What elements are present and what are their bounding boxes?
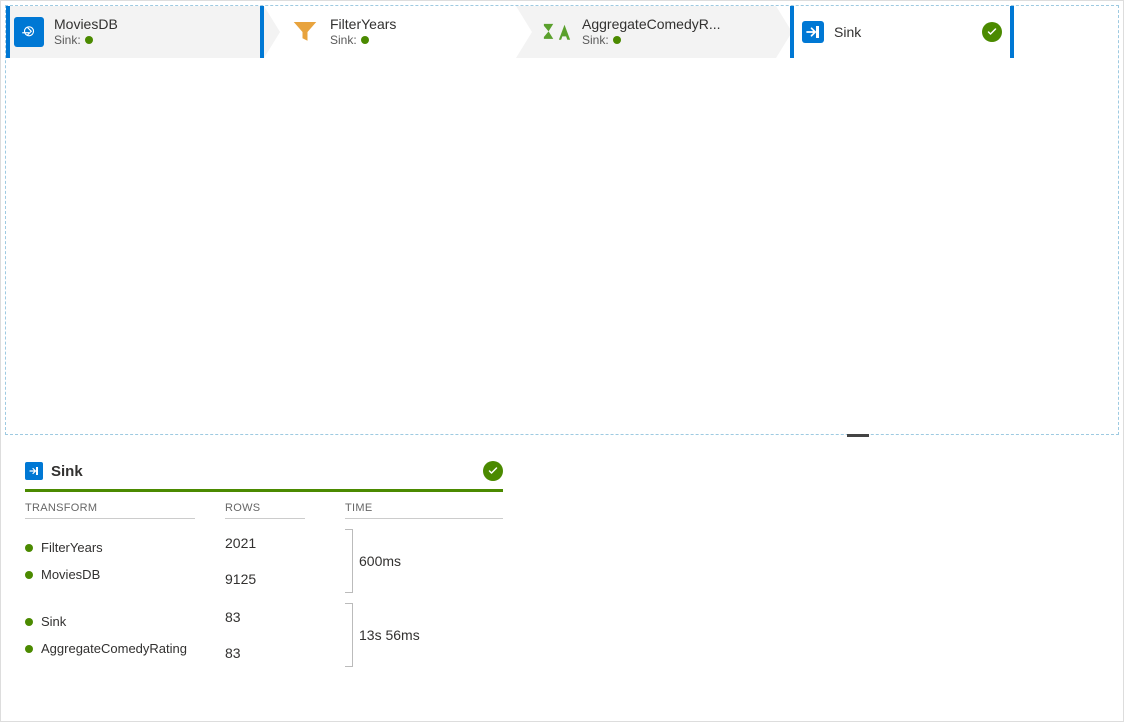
step-title: MoviesDB — [54, 16, 118, 33]
sink-icon — [802, 21, 824, 43]
col-transform: TRANSFORM — [25, 498, 195, 519]
status-dot — [25, 571, 33, 579]
source-icon — [14, 17, 44, 47]
step-success-check — [982, 22, 1002, 42]
step-subtitle: Sink: — [582, 33, 721, 47]
check-icon — [483, 461, 503, 481]
step-title: FilterYears — [330, 16, 396, 33]
time-value: 600ms — [355, 549, 505, 573]
selection-rail-left — [790, 6, 794, 58]
status-dot — [25, 645, 33, 653]
step-title: Sink — [834, 24, 861, 41]
dataflow-canvas[interactable]: MoviesDB Sink: FilterYears Sink: — [5, 5, 1119, 435]
rows-value: 2021 — [225, 531, 345, 555]
sink-icon — [25, 462, 43, 480]
panel-success-check — [483, 461, 503, 481]
time-value: 13s 56ms — [355, 623, 505, 647]
step-subtitle: Sink: — [54, 33, 118, 47]
rows-value: 9125 — [225, 567, 345, 591]
step-sink[interactable]: Sink — [776, 6, 1014, 58]
splitter-handle-icon — [847, 434, 869, 437]
aggregate-icon — [542, 17, 572, 47]
group-bracket-icon — [345, 603, 353, 667]
col-time: TIME — [345, 498, 503, 519]
selection-rail-right — [1010, 6, 1014, 58]
status-dot — [85, 36, 93, 44]
rows-value: 83 — [225, 641, 345, 665]
rows-value: 83 — [225, 605, 345, 629]
selection-rail-left — [6, 6, 10, 58]
step-subtitle: Sink: — [330, 33, 396, 47]
check-icon — [982, 22, 1002, 42]
panel-header: Sink — [25, 455, 503, 492]
table-row: AggregateComedyRating — [25, 641, 225, 656]
stats-group: FilterYears MoviesDB 2021 9125 600ms — [25, 529, 1099, 593]
step-aggregatecomedyrating[interactable]: AggregateComedyR... Sink: — [516, 6, 776, 58]
pipeline-row: MoviesDB Sink: FilterYears Sink: — [6, 6, 1118, 58]
details-panel: Sink TRANSFORM ROWS TIME FilterYears Mov… — [25, 455, 1099, 667]
step-moviesdb[interactable]: MoviesDB Sink: — [6, 6, 264, 58]
status-dot — [25, 544, 33, 552]
group-bracket-icon — [345, 529, 353, 593]
panel-splitter[interactable] — [5, 437, 1119, 443]
table-row: Sink — [25, 614, 225, 629]
status-dot — [25, 618, 33, 626]
step-title: AggregateComedyR... — [582, 16, 721, 33]
status-dot — [613, 36, 621, 44]
step-filteryears[interactable]: FilterYears Sink: — [264, 6, 516, 58]
col-rows: ROWS — [225, 498, 305, 519]
status-dot — [361, 36, 369, 44]
selection-rail-right — [260, 6, 264, 58]
stats-group: Sink AggregateComedyRating 83 83 13s 56m… — [25, 603, 1099, 667]
panel-title: Sink — [51, 463, 83, 480]
table-row: FilterYears — [25, 540, 225, 555]
filter-icon — [290, 17, 320, 47]
page-root: MoviesDB Sink: FilterYears Sink: — [0, 0, 1124, 722]
stats-table: TRANSFORM ROWS TIME — [25, 498, 503, 519]
table-row: MoviesDB — [25, 567, 225, 582]
